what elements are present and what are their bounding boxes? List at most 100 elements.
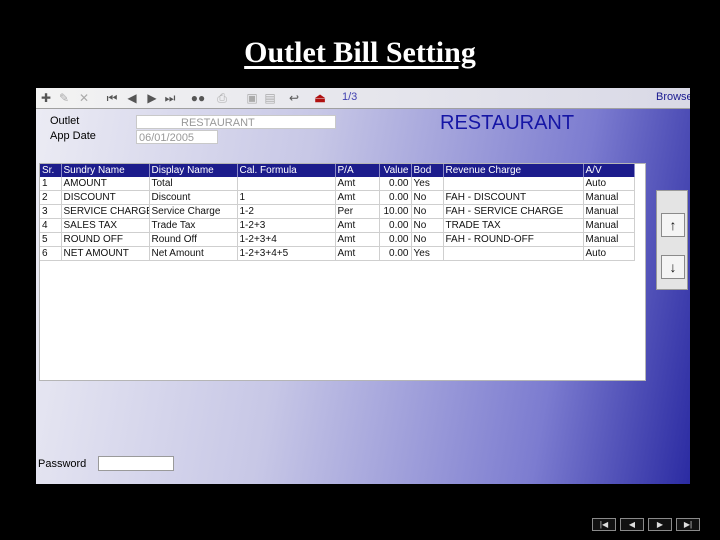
cell-value[interactable]: 10.00 bbox=[379, 204, 412, 219]
cell-sr[interactable]: 4 bbox=[40, 218, 62, 233]
cell-pa[interactable]: Per bbox=[335, 204, 380, 219]
cell-sr[interactable]: 6 bbox=[40, 246, 62, 261]
cell-cal-formula[interactable]: 1-2+3+4+5 bbox=[237, 246, 336, 261]
toolbar: ✚ ✎ ✕ ⏮ ◀ ▶ ⏭ ●● ⎙ ▣ ▤ ↩ ⏏ 1/3 Browse bbox=[36, 88, 690, 109]
col-header-display-name[interactable]: Display Name bbox=[149, 164, 238, 177]
slide-first-button[interactable]: |◀ bbox=[592, 518, 616, 531]
cell-av[interactable]: Manual bbox=[583, 190, 635, 205]
cell-display-name[interactable]: Round Off bbox=[149, 232, 238, 247]
col-header-av[interactable]: A/V bbox=[583, 164, 635, 177]
slide-title: Outlet Bill Setting bbox=[244, 36, 476, 69]
undo-icon[interactable]: ↩ bbox=[286, 90, 302, 106]
cell-sr[interactable]: 2 bbox=[40, 190, 62, 205]
app-window: ✚ ✎ ✕ ⏮ ◀ ▶ ⏭ ●● ⎙ ▣ ▤ ↩ ⏏ 1/3 Browse Ou… bbox=[36, 88, 690, 484]
cell-revenue-charge[interactable] bbox=[443, 246, 584, 261]
cell-pa[interactable]: Amt bbox=[335, 246, 380, 261]
last-record-icon[interactable]: ⏭ bbox=[162, 90, 178, 106]
cell-value[interactable]: 0.00 bbox=[379, 177, 412, 191]
cell-av[interactable]: Manual bbox=[583, 204, 635, 219]
print-icon[interactable]: ⎙ bbox=[214, 90, 230, 106]
cell-sundry-name[interactable]: NET AMOUNT bbox=[61, 246, 150, 261]
col-header-revenue-charge[interactable]: Revenue Charge bbox=[443, 164, 584, 177]
slide-last-button[interactable]: ▶| bbox=[676, 518, 700, 531]
password-label: Password bbox=[38, 458, 87, 470]
table-row[interactable]: 1 AMOUNT Total Amt 0.00 Yes Auto bbox=[40, 177, 635, 191]
next-record-icon[interactable]: ▶ bbox=[144, 90, 160, 106]
record-indicator: 1/3 bbox=[342, 91, 358, 103]
cell-cal-formula[interactable]: 1-2+3+4 bbox=[237, 232, 336, 247]
cell-display-name[interactable]: Discount bbox=[149, 190, 238, 205]
save-icon[interactable]: ▣ bbox=[244, 90, 260, 106]
edit-icon[interactable]: ✎ bbox=[56, 90, 72, 106]
cell-av[interactable]: Manual bbox=[583, 218, 635, 233]
table-row[interactable]: 2 DISCOUNT Discount 1 Amt 0.00 No FAH - … bbox=[40, 190, 635, 205]
cell-av[interactable]: Auto bbox=[583, 246, 635, 261]
cell-sundry-name[interactable]: AMOUNT bbox=[61, 177, 150, 191]
cell-revenue-charge[interactable]: FAH - DISCOUNT bbox=[443, 190, 584, 205]
cell-revenue-charge[interactable]: FAH - ROUND-OFF bbox=[443, 232, 584, 247]
cell-display-name[interactable]: Trade Tax bbox=[149, 218, 238, 233]
cell-sr[interactable]: 1 bbox=[40, 177, 62, 191]
previous-record-icon[interactable]: ◀ bbox=[124, 90, 140, 106]
bill-settings-grid: Sr. Sundry Name Display Name Cal. Formul… bbox=[39, 163, 646, 381]
cell-bod[interactable]: No bbox=[411, 204, 444, 219]
cell-sundry-name[interactable]: ROUND OFF bbox=[61, 232, 150, 247]
cell-revenue-charge[interactable]: TRADE TAX bbox=[443, 218, 584, 233]
cell-pa[interactable]: Amt bbox=[335, 190, 380, 205]
binoculars-icon[interactable]: ●● bbox=[190, 90, 206, 106]
outlet-label: Outlet bbox=[50, 115, 80, 127]
cell-value[interactable]: 0.00 bbox=[379, 232, 412, 247]
cell-value[interactable]: 0.00 bbox=[379, 218, 412, 233]
cell-revenue-charge[interactable] bbox=[443, 177, 584, 191]
slide-prev-button[interactable]: ◀ bbox=[620, 518, 644, 531]
col-header-pa[interactable]: P/A bbox=[335, 164, 380, 177]
app-date-field[interactable]: 06/01/2005 bbox=[136, 130, 218, 144]
cell-cal-formula[interactable]: 1 bbox=[237, 190, 336, 205]
cell-value[interactable]: 0.00 bbox=[379, 246, 412, 261]
cell-av[interactable]: Manual bbox=[583, 232, 635, 247]
cell-sundry-name[interactable]: SALES TAX bbox=[61, 218, 150, 233]
cell-cal-formula[interactable]: 1-2 bbox=[237, 204, 336, 219]
cell-cal-formula[interactable] bbox=[237, 177, 336, 191]
add-icon[interactable]: ✚ bbox=[38, 90, 54, 106]
cell-cal-formula[interactable]: 1-2+3 bbox=[237, 218, 336, 233]
cell-av[interactable]: Auto bbox=[583, 177, 635, 191]
slide-next-button[interactable]: ▶ bbox=[648, 518, 672, 531]
cell-bod[interactable]: No bbox=[411, 190, 444, 205]
save-all-icon[interactable]: ▤ bbox=[262, 90, 278, 106]
cell-sr[interactable]: 3 bbox=[40, 204, 62, 219]
first-record-icon[interactable]: ⏮ bbox=[104, 90, 120, 106]
app-date-label: App Date bbox=[50, 130, 96, 142]
table-row[interactable]: 3 SERVICE CHARGE Service Charge 1-2 Per … bbox=[40, 204, 635, 219]
cell-display-name[interactable]: Total bbox=[149, 177, 238, 191]
col-header-sr[interactable]: Sr. bbox=[40, 164, 62, 177]
exit-icon[interactable]: ⏏ bbox=[312, 90, 328, 106]
table-row[interactable]: 5 ROUND OFF Round Off 1-2+3+4 Amt 0.00 N… bbox=[40, 232, 635, 247]
password-field[interactable] bbox=[98, 456, 174, 471]
col-header-cal-formula[interactable]: Cal. Formula bbox=[237, 164, 336, 177]
cell-pa[interactable]: Amt bbox=[335, 218, 380, 233]
outlet-field[interactable]: RESTAURANT bbox=[136, 115, 336, 129]
delete-icon[interactable]: ✕ bbox=[76, 90, 92, 106]
col-header-sundry-name[interactable]: Sundry Name bbox=[61, 164, 150, 177]
cell-display-name[interactable]: Net Amount bbox=[149, 246, 238, 261]
cell-bod[interactable]: No bbox=[411, 218, 444, 233]
move-up-button[interactable]: ↑ bbox=[661, 213, 685, 237]
cell-value[interactable]: 0.00 bbox=[379, 190, 412, 205]
cell-pa[interactable]: Amt bbox=[335, 177, 380, 191]
cell-display-name[interactable]: Service Charge bbox=[149, 204, 238, 219]
col-header-bod[interactable]: Bod bbox=[411, 164, 444, 177]
cell-sr[interactable]: 5 bbox=[40, 232, 62, 247]
cell-bod[interactable]: No bbox=[411, 232, 444, 247]
col-header-value[interactable]: Value bbox=[379, 164, 412, 177]
row-move-panel: ↑ ↓ bbox=[656, 190, 688, 290]
cell-revenue-charge[interactable]: FAH - SERVICE CHARGE bbox=[443, 204, 584, 219]
cell-pa[interactable]: Amt bbox=[335, 232, 380, 247]
table-row[interactable]: 6 NET AMOUNT Net Amount 1-2+3+4+5 Amt 0.… bbox=[40, 246, 635, 261]
cell-sundry-name[interactable]: SERVICE CHARGE bbox=[61, 204, 150, 219]
table-row[interactable]: 4 SALES TAX Trade Tax 1-2+3 Amt 0.00 No … bbox=[40, 218, 635, 233]
move-down-button[interactable]: ↓ bbox=[661, 255, 685, 279]
cell-sundry-name[interactable]: DISCOUNT bbox=[61, 190, 150, 205]
cell-bod[interactable]: Yes bbox=[411, 246, 444, 261]
cell-bod[interactable]: Yes bbox=[411, 177, 444, 191]
